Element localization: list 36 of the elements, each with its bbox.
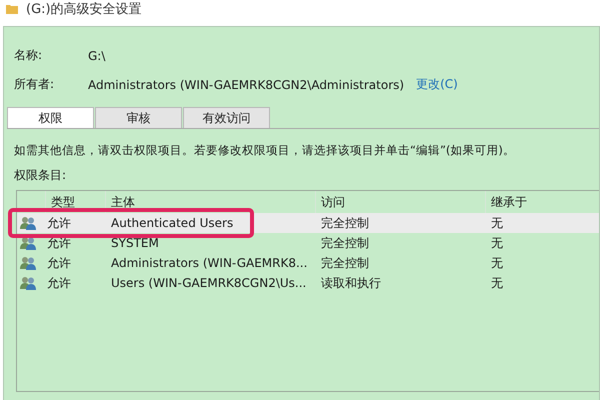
users-icon [20, 256, 36, 270]
table-cell-text: 完全控制 [320, 234, 370, 252]
table-cell-text: 完全控制 [320, 214, 370, 232]
tab[interactable]: 有效访问 [183, 107, 270, 128]
tab[interactable]: 审核 [95, 107, 182, 128]
users-icon [20, 216, 36, 230]
tab[interactable]: 权限 [7, 107, 94, 128]
window-title: (G:)的高级安全设置 [26, 2, 142, 18]
field-label: 所有者: [14, 76, 56, 93]
table-row[interactable]: 允许 Authenticated Users 完全控制 无 [17, 213, 599, 233]
table-cell-text: 无 [490, 254, 504, 272]
table-cell-text: SYSTEM [110, 236, 160, 250]
table-cell-text: 允许 [46, 234, 72, 252]
users-icon [20, 236, 36, 250]
table-cell-text: 完全控制 [320, 254, 370, 272]
table-row[interactable]: 允许 Administrators (WIN-GAEMRK8... 完全控制 无 [17, 253, 599, 273]
table-row[interactable]: 允许 Users (WIN-GAEMRK8CGN2\Us... 读取和执行 无 [17, 273, 599, 293]
info-text: 如需其他信息，请双击权限项目。若要修改权限项目，请选择该项目并单击“编辑”(如果可用)。 [14, 143, 516, 158]
field-value: Administrators (WIN-GAEMRK8CGN2\Administrators) [88, 78, 404, 92]
table-cell-text: 无 [490, 214, 504, 232]
table-cell-text: 无 [490, 274, 504, 292]
table-cell-text: Users (WIN-GAEMRK8CGN2\Us... [110, 276, 308, 290]
folder-icon [6, 4, 18, 14]
table-cell-text: 允许 [46, 274, 72, 292]
users-icon [20, 276, 36, 290]
table-cell-text: Administrators (WIN-GAEMRK8... [110, 256, 308, 270]
table-cell-text: 允许 [46, 214, 72, 232]
table-cell-text: 读取和执行 [320, 274, 382, 292]
field-value: G:\ [88, 48, 106, 62]
table-cell-text: Authenticated Users [110, 216, 234, 230]
change-link[interactable]: 更改(C) [416, 76, 458, 93]
table-cell-text: 无 [490, 234, 504, 252]
table-cell-text: 允许 [46, 254, 72, 272]
table-row[interactable]: 允许 SYSTEM 完全控制 无 [17, 233, 599, 253]
field-label: 名称: [14, 47, 44, 64]
list-label: 权限条目: [14, 167, 68, 184]
